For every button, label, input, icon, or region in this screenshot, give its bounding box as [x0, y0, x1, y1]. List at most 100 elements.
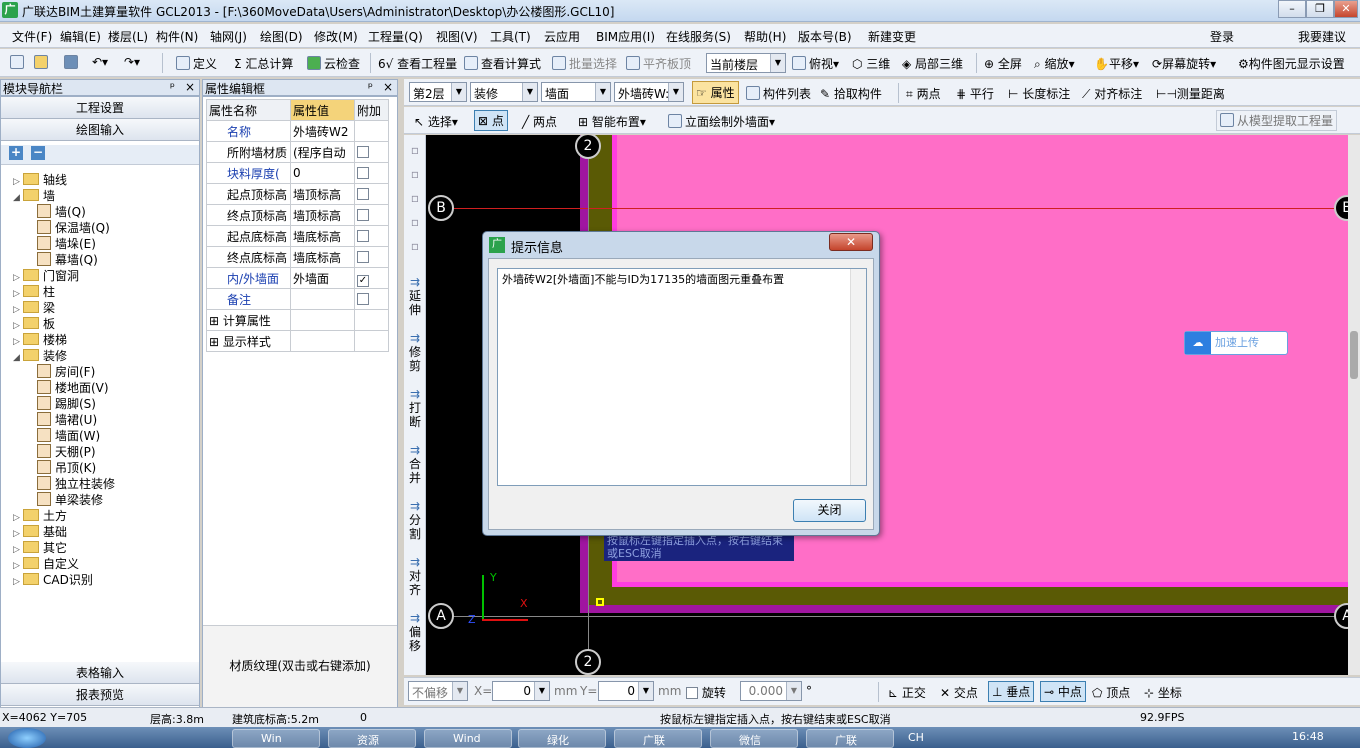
tree-node[interactable]: 墙面(W) [37, 427, 100, 444]
tree-node[interactable]: ▷ 板 [13, 315, 55, 332]
drawing-input-button[interactable]: 绘图输入 [1, 119, 199, 141]
expand-arrow-icon[interactable]: ▷ [13, 305, 23, 315]
intersect-button[interactable]: ✕ 交点 [940, 684, 978, 701]
tree-node[interactable]: ◢ 墙 [13, 187, 55, 204]
prop-value[interactable]: 0 [290, 162, 355, 184]
prop-value[interactable]: 外墙砖W2 [290, 120, 355, 142]
view-formula-button[interactable]: 查看计算式 [464, 55, 541, 72]
twopoint-draw-button[interactable]: ╱ 两点 [522, 113, 557, 130]
extra-checkbox[interactable] [357, 167, 369, 179]
item-select[interactable]: 外墙砖W: [614, 82, 684, 102]
tree-node[interactable]: 独立柱装修 [37, 475, 115, 492]
expand-plus-icon[interactable]: ⊞ [209, 335, 223, 349]
expand-arrow-icon[interactable]: ▷ [13, 513, 23, 523]
tree-node[interactable]: 墙(Q) [37, 203, 86, 220]
menu-item[interactable]: 编辑(E) [60, 28, 101, 45]
tool-2[interactable]: ⇉ 打断 [406, 387, 424, 439]
ime-indicator[interactable]: CH [908, 731, 924, 744]
tree-node[interactable]: 房间(F) [37, 363, 95, 380]
collapse-arrow-icon[interactable]: ◢ [13, 193, 23, 203]
define-button[interactable]: 定义 [176, 55, 217, 72]
dialog-scrollbar[interactable] [850, 269, 866, 485]
collapse-all-icon[interactable]: − [31, 146, 45, 160]
view-qty-button[interactable]: 6√ 查看工程量 [378, 55, 457, 72]
expand-arrow-icon[interactable]: ▷ [13, 177, 23, 187]
clock[interactable]: 16:48 [1292, 730, 1324, 743]
cloud-check-button[interactable]: 云检查 [307, 55, 360, 72]
coord-button[interactable]: ⊹ 坐标 [1144, 684, 1182, 701]
expand-plus-icon[interactable]: ⊞ [209, 314, 223, 328]
menu-item[interactable]: 新建变更 [868, 28, 916, 45]
tree-node[interactable]: ▷ 其它 [13, 539, 67, 556]
menu-item[interactable]: 修改(M) [314, 28, 358, 45]
tool-3[interactable]: ⇉ 合并 [406, 443, 424, 495]
menu-item[interactable]: 构件(N) [156, 28, 198, 45]
attr-button[interactable]: ☞ 属性 [692, 81, 739, 104]
extra-checkbox[interactable]: ✓ [357, 274, 369, 287]
prop-group-row[interactable]: ⊞ 显示样式 [206, 330, 389, 352]
tree-node[interactable]: ▷ 门窗洞 [13, 267, 79, 284]
dialog-close-x-button[interactable]: ✕ [829, 233, 873, 251]
dialog-message-box[interactable]: 外墙砖W2[外墙面]不能与ID为17135的墙面图元重叠布置 [497, 268, 867, 486]
mid-button[interactable]: ⊸ 中点 [1040, 681, 1086, 702]
perp-button[interactable]: ⊥ 垂点 [988, 681, 1035, 702]
prop-value[interactable]: 墙底标高 [290, 246, 355, 268]
expand-arrow-icon[interactable]: ▷ [13, 273, 23, 283]
taskbar-app[interactable]: 广联 [614, 729, 702, 748]
expand-arrow-icon[interactable]: ▷ [13, 577, 23, 587]
dialog-close-button[interactable]: 关闭 [793, 499, 866, 522]
texture-area[interactable]: 材质纹理(双击或右键添加) [203, 625, 397, 707]
batch-select-button[interactable]: 批量选择 [552, 55, 617, 72]
tree-node[interactable]: ▷ 梁 [13, 299, 55, 316]
menu-item[interactable]: 绘图(D) [260, 28, 303, 45]
upload-float-button[interactable]: ☁ 加速上传 [1184, 331, 1288, 355]
offset-select[interactable]: 不偏移 [408, 681, 468, 701]
expand-arrow-icon[interactable]: ▷ [13, 529, 23, 539]
prop-value[interactable]: 墙底标高 [290, 225, 355, 247]
scissors-icon[interactable]: ▫ [406, 167, 424, 181]
length-mark-button[interactable]: ⊢ 长度标注 [1008, 85, 1070, 102]
prop-value[interactable]: 墙顶标高 [290, 204, 355, 226]
menu-item[interactable]: 帮助(H) [744, 28, 786, 45]
project-settings-button[interactable]: 工程设置 [1, 97, 199, 119]
extra-checkbox[interactable] [357, 230, 369, 242]
expand-arrow-icon[interactable]: ▷ [13, 561, 23, 571]
menu-item[interactable]: 楼层(L) [108, 28, 148, 45]
close-icon[interactable]: × [185, 80, 195, 94]
threed-button[interactable]: ⬡ 三维 [852, 55, 890, 72]
tree-node[interactable]: 楼地面(V) [37, 379, 109, 396]
type-select[interactable]: 墙面 [541, 82, 611, 102]
prop-value[interactable]: 外墙面 [290, 267, 355, 289]
flat-board-button[interactable]: 平齐板顶 [626, 55, 691, 72]
align-mark-button[interactable]: ⟋ 对齐标注 [1082, 85, 1142, 102]
pick-button[interactable]: ✎ 拾取构件 [820, 85, 882, 102]
tree-node[interactable]: ▷ CAD识别 [13, 571, 93, 588]
category-select[interactable]: 装修 [470, 82, 538, 102]
tree-node[interactable]: 保温墙(Q) [37, 219, 110, 236]
rotate-icon[interactable]: ▫ [406, 239, 424, 253]
sum-calc-button[interactable]: Σ 汇总计算 [234, 55, 293, 72]
prop-value[interactable]: (程序自动 [290, 141, 355, 163]
canvas-scrollbar[interactable] [1348, 135, 1360, 675]
tree-node[interactable]: 墙裙(U) [37, 411, 97, 428]
table-input-button[interactable]: 表格输入 [1, 662, 199, 684]
brush-icon[interactable]: ▫ [406, 143, 424, 157]
fullscreen-button[interactable]: ⊕ 全屏 [984, 55, 1022, 72]
parallel-button[interactable]: ⋕ 平行 [956, 85, 994, 102]
redo-icon[interactable]: ↷▾ [124, 55, 140, 69]
vertex-button[interactable]: ⬠ 顶点 [1092, 684, 1130, 701]
menu-item[interactable]: 版本号(B) [798, 28, 852, 45]
tree-node[interactable]: ▷ 土方 [13, 507, 67, 524]
rotate-checkbox[interactable] [686, 687, 698, 699]
floor-combo[interactable]: 当前楼层 [706, 53, 786, 73]
start-button[interactable] [8, 728, 46, 748]
extra-checkbox[interactable] [357, 209, 369, 221]
menu-item[interactable]: 视图(V) [436, 28, 478, 45]
tool-4[interactable]: ⇉ 分割 [406, 499, 424, 551]
menu-item[interactable]: 工具(T) [490, 28, 531, 45]
tree-node[interactable]: 踢脚(S) [37, 395, 96, 412]
minimize-button[interactable]: – [1278, 0, 1306, 18]
taskbar-app[interactable]: Wind [424, 729, 512, 748]
taskbar-app[interactable]: Win [232, 729, 320, 748]
maximize-button[interactable]: ❐ [1306, 0, 1334, 18]
